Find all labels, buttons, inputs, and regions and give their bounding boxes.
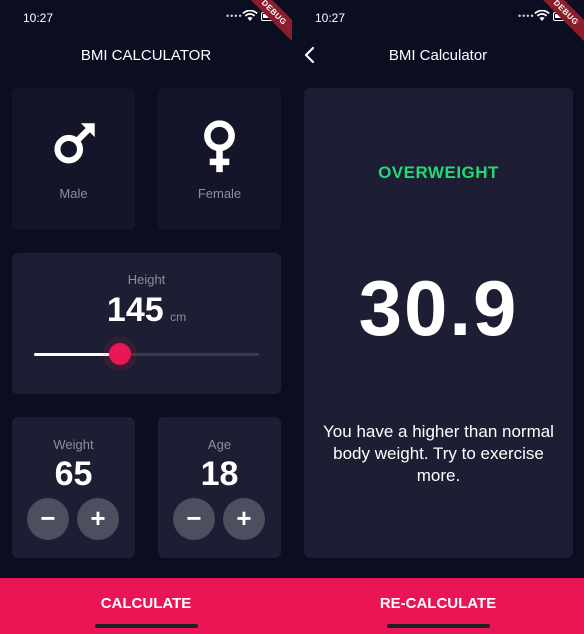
age-value: 18: [200, 455, 239, 493]
male-label: Male: [59, 186, 88, 201]
weight-card: Weight 65 − +: [12, 417, 135, 558]
status-bar: 10:27 ••••: [292, 0, 584, 36]
weight-increment-button[interactable]: +: [77, 498, 119, 540]
female-label: Female: [197, 186, 242, 201]
signal-icon: ••••: [518, 11, 535, 21]
result-card: OVERWEIGHT 30.9 You have a higher than n…: [304, 88, 573, 558]
recalculate-label: RE-CALCULATE: [379, 595, 497, 612]
home-indicator: [387, 624, 490, 628]
height-value-row: 145 cm: [12, 291, 281, 330]
height-slider-fill: [34, 353, 120, 356]
age-card: Age 18 − +: [158, 417, 281, 558]
page-title: BMI Calculator: [388, 47, 488, 64]
height-slider-thumb[interactable]: [108, 343, 131, 365]
page-title: BMI CALCULATOR: [80, 47, 212, 64]
wifi-icon: [242, 10, 258, 21]
weight-value: 65: [54, 455, 93, 493]
height-unit: cm: [170, 310, 187, 324]
home-indicator: [95, 624, 198, 628]
result-message: You have a higher than normal body weigh…: [323, 422, 554, 485]
age-label: Age: [207, 437, 232, 452]
age-increment-button[interactable]: +: [223, 498, 265, 540]
height-value: 145: [106, 291, 164, 329]
female-card[interactable]: Female: [158, 88, 281, 230]
result-status: OVERWEIGHT: [378, 163, 499, 182]
signal-icon: ••••: [226, 11, 243, 21]
result-screen: 10:27 •••• DEBUG BMI Calculator OVERWEIG…: [292, 0, 584, 634]
height-card: Height 145 cm: [12, 253, 281, 394]
status-bar: 10:27 ••••: [0, 0, 292, 36]
wifi-icon: [534, 10, 550, 21]
input-screen: 10:27 •••• DEBUG BMI CALCULATOR Male Fem…: [0, 0, 292, 634]
bmi-value: 30.9: [358, 264, 519, 352]
calculate-label: CALCULATE: [100, 595, 192, 612]
age-decrement-button[interactable]: −: [173, 498, 215, 540]
status-time: 10:27: [315, 11, 346, 25]
weight-decrement-button[interactable]: −: [27, 498, 69, 540]
height-label: Height: [127, 272, 166, 287]
male-symbol-icon: [54, 123, 95, 164]
male-card[interactable]: Male: [12, 88, 135, 230]
weight-label: Weight: [53, 437, 94, 452]
status-time: 10:27: [23, 11, 54, 25]
female-symbol-icon: [204, 120, 235, 173]
